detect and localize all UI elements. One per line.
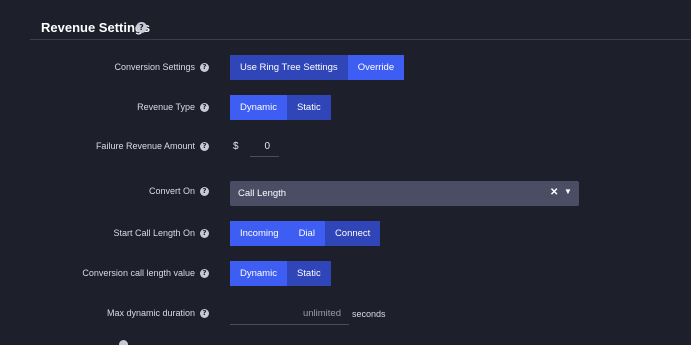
seconds-unit: seconds [352, 309, 386, 319]
question-circle-icon[interactable]: ? [200, 229, 209, 238]
convert-on-select[interactable]: Call Length ✕ ▼ [230, 181, 579, 206]
start-call-length-toggle: Incoming Dial Connect [230, 221, 381, 246]
question-circle-icon[interactable]: ? [200, 309, 209, 318]
conversion-settings-toggle: Use Ring Tree Settings Override [230, 55, 405, 80]
caret-down-icon[interactable]: ▼ [564, 187, 572, 196]
max-dynamic-duration-label: Max dynamic duration [106, 308, 195, 318]
dial-button[interactable]: Dial [288, 221, 325, 246]
use-ring-tree-settings-button[interactable]: Use Ring Tree Settings [230, 55, 348, 80]
question-circle-icon[interactable]: ? [136, 22, 147, 33]
failure-revenue-amount-label: Failure Revenue Amount [95, 141, 195, 151]
convert-on-value: Call Length [238, 188, 287, 199]
revenue-type-dynamic-button[interactable]: Dynamic [230, 95, 287, 120]
incoming-button[interactable]: Incoming [230, 221, 289, 246]
override-button[interactable]: Override [347, 55, 405, 80]
close-icon[interactable]: ✕ [550, 187, 558, 198]
convert-on-label: Convert On [148, 186, 195, 196]
conversion-call-length-value-label: Conversion call length value [82, 268, 195, 278]
currency-symbol: $ [233, 141, 239, 152]
revenue-type-label: Revenue Type [137, 102, 195, 112]
question-circle-icon[interactable]: ? [200, 63, 209, 72]
question-circle-icon[interactable]: ? [200, 269, 209, 278]
call-length-static-button[interactable]: Static [286, 261, 331, 286]
revenue-type-static-button[interactable]: Static [286, 95, 331, 120]
question-circle-icon[interactable]: ? [200, 187, 209, 196]
question-circle-icon[interactable]: ? [200, 103, 209, 112]
max-dynamic-duration-input[interactable] [230, 303, 349, 325]
section-header: Revenue Settings ? [30, 14, 691, 40]
conversion-call-length-toggle: Dynamic Static [230, 261, 331, 286]
connect-button[interactable]: Connect [324, 221, 381, 246]
start-call-length-on-label: Start Call Length On [113, 228, 195, 238]
question-circle-icon[interactable] [119, 340, 128, 345]
conversion-settings-label: Conversion Settings [114, 62, 195, 72]
question-circle-icon[interactable]: ? [200, 142, 209, 151]
failure-revenue-amount-input[interactable] [250, 137, 279, 157]
section-title: Revenue Settings [41, 20, 151, 35]
call-length-dynamic-button[interactable]: Dynamic [230, 261, 287, 286]
revenue-type-toggle: Dynamic Static [230, 95, 331, 120]
